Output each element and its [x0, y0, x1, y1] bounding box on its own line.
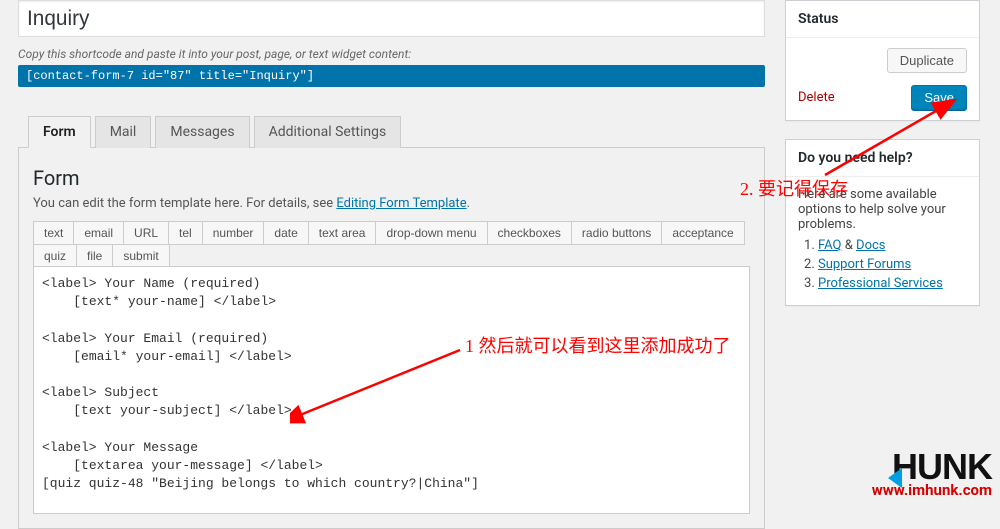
tag-btn-date[interactable]: date	[263, 221, 308, 245]
faq-link[interactable]: FAQ	[818, 238, 841, 253]
save-button[interactable]: Save	[911, 85, 967, 110]
tab-messages[interactable]: Messages	[155, 116, 249, 148]
tab-form[interactable]: Form	[28, 116, 91, 148]
tag-generator-buttons: textemailURLtelnumberdatetext areadrop-d…	[33, 221, 750, 267]
tag-btn-email[interactable]: email	[73, 221, 124, 245]
tab-mail[interactable]: Mail	[95, 116, 152, 148]
tab-additional-settings[interactable]: Additional Settings	[254, 116, 402, 148]
tag-btn-radio-buttons[interactable]: radio buttons	[571, 221, 662, 245]
help-list: FAQ & Docs Support Forums Professional S…	[798, 238, 967, 291]
help-text: Here are some available options to help …	[798, 187, 967, 232]
delete-link[interactable]: Delete	[798, 90, 835, 105]
tag-btn-acceptance[interactable]: acceptance	[661, 221, 744, 245]
post-title-input[interactable]	[18, 0, 765, 37]
panel-heading: Form	[33, 166, 750, 190]
list-item: FAQ & Docs	[818, 238, 967, 253]
shortcode-display[interactable]: [contact-form-7 id="87" title="Inquiry"]	[18, 65, 765, 87]
tag-btn-tel[interactable]: tel	[168, 221, 203, 245]
help-heading: Do you need help?	[786, 140, 979, 177]
docs-link[interactable]: Docs	[856, 238, 885, 253]
shortcode-help-text: Copy this shortcode and paste it into yo…	[18, 47, 765, 61]
form-panel: Form You can edit the form template here…	[18, 148, 765, 529]
support-forums-link[interactable]: Support Forums	[818, 257, 911, 272]
tag-btn-text-area[interactable]: text area	[308, 221, 377, 245]
status-postbox: Status Duplicate Delete Save	[785, 0, 980, 121]
tag-btn-file[interactable]: file	[76, 244, 113, 268]
editing-form-template-link[interactable]: Editing Form Template	[336, 196, 466, 211]
list-item: Professional Services	[818, 276, 967, 291]
form-template-textarea[interactable]	[33, 266, 750, 514]
help-postbox: Do you need help? Here are some availabl…	[785, 139, 980, 306]
pro-services-link[interactable]: Professional Services	[818, 276, 943, 291]
tag-btn-drop-down-menu[interactable]: drop-down menu	[375, 221, 487, 245]
tag-btn-checkboxes[interactable]: checkboxes	[487, 221, 572, 245]
status-heading: Status	[786, 1, 979, 38]
panel-desc: You can edit the form template here. For…	[33, 196, 750, 211]
tag-btn-number[interactable]: number	[202, 221, 265, 245]
tag-btn-text[interactable]: text	[33, 221, 74, 245]
duplicate-button[interactable]: Duplicate	[887, 48, 967, 73]
tag-btn-quiz[interactable]: quiz	[33, 244, 77, 268]
tag-btn-URL[interactable]: URL	[123, 221, 169, 245]
tabs: Form Mail Messages Additional Settings	[18, 115, 765, 148]
list-item: Support Forums	[818, 257, 967, 272]
tag-btn-submit[interactable]: submit	[112, 244, 169, 268]
